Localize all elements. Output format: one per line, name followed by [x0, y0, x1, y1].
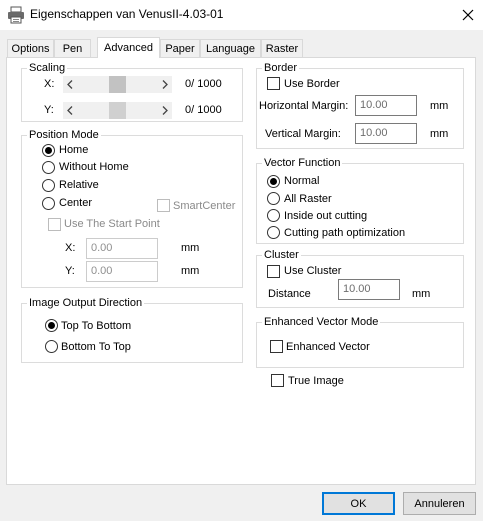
tab-raster[interactable]: Raster — [261, 39, 303, 58]
horizontal-margin-unit: mm — [430, 100, 449, 112]
scaling-x-label: X: — [44, 78, 55, 90]
horizontal-margin-label: Horizontal Margin: — [259, 100, 349, 112]
tab-label: Options — [11, 43, 50, 55]
without-home-label[interactable]: Without Home — [59, 161, 129, 174]
close-icon — [462, 9, 474, 21]
use-border-label[interactable]: Use Border — [284, 78, 340, 91]
horizontal-margin-input[interactable]: 10.00 — [355, 95, 417, 116]
use-start-point-checkbox[interactable] — [48, 218, 61, 231]
relative-label[interactable]: Relative — [59, 179, 99, 192]
smartcenter-checkbox[interactable] — [157, 199, 170, 212]
all-raster-radio[interactable] — [267, 192, 280, 205]
start-y-unit: mm — [181, 265, 200, 277]
scaling-x-slider[interactable] — [63, 76, 172, 93]
tab-advanced[interactable]: Advanced — [97, 37, 160, 58]
use-start-point-label: Use The Start Point — [64, 218, 160, 230]
chevron-right-icon[interactable] — [158, 76, 172, 93]
tab-label: Advanced — [104, 42, 153, 54]
start-y-label: Y: — [65, 265, 75, 277]
tab-label: Paper — [165, 43, 195, 55]
tab-pen[interactable]: Pen — [54, 39, 91, 58]
bottom-to-top-radio[interactable] — [45, 340, 58, 353]
vertical-margin-unit: mm — [430, 128, 449, 140]
scaling-y-slider[interactable] — [63, 102, 172, 119]
scaling-x-value: 0/ 1000 — [185, 78, 222, 90]
chevron-left-icon[interactable] — [63, 76, 77, 93]
ok-button[interactable]: OK — [322, 492, 395, 515]
group-title: Scaling — [29, 62, 66, 74]
slider-thumb[interactable] — [109, 102, 126, 119]
start-x-label: X: — [65, 242, 76, 254]
start-y-input[interactable]: 0.00 — [86, 261, 158, 282]
group-title: Enhanced Vector Mode — [264, 316, 379, 328]
use-cluster-checkbox[interactable] — [267, 265, 280, 278]
cancel-button[interactable]: Annuleren — [403, 492, 476, 515]
distance-label: Distance — [268, 288, 311, 300]
bottom-to-top-label[interactable]: Bottom To Top — [61, 341, 131, 354]
center-radio[interactable] — [42, 197, 55, 210]
top-to-bottom-radio[interactable] — [45, 319, 58, 332]
smartcenter-label: SmartCenter — [173, 200, 236, 212]
tab-language[interactable]: Language — [200, 39, 261, 58]
group-title: Cluster — [264, 249, 299, 261]
scaling-y-label: Y: — [44, 104, 54, 116]
start-x-input[interactable]: 0.00 — [86, 238, 158, 259]
button-label: Annuleren — [414, 497, 465, 510]
enhanced-vector-checkbox[interactable] — [270, 340, 283, 353]
normal-label[interactable]: Normal — [284, 175, 319, 188]
vertical-margin-input[interactable]: 10.00 — [355, 123, 417, 144]
relative-radio[interactable] — [42, 179, 55, 192]
enhanced-vector-label[interactable]: Enhanced Vector — [286, 341, 370, 354]
scaling-y-value: 0/ 1000 — [185, 104, 222, 116]
distance-unit: mm — [412, 288, 431, 300]
true-image-checkbox[interactable] — [271, 374, 284, 387]
close-button[interactable] — [453, 0, 483, 30]
tab-label: Language — [206, 43, 255, 55]
title-bar: Eigenschappen van VenusII-4.03-01 — [0, 0, 483, 30]
inside-out-cutting-label[interactable]: Inside out cutting — [284, 210, 367, 223]
without-home-radio[interactable] — [42, 161, 55, 174]
group-title: Vector Function — [264, 157, 341, 169]
slider-thumb[interactable] — [109, 76, 126, 93]
top-to-bottom-label[interactable]: Top To Bottom — [61, 320, 131, 333]
cutting-path-optimization-label[interactable]: Cutting path optimization — [284, 227, 405, 240]
normal-radio[interactable] — [267, 175, 280, 188]
center-label[interactable]: Center — [59, 197, 92, 210]
chevron-right-icon[interactable] — [158, 102, 172, 119]
tab-options[interactable]: Options — [7, 39, 54, 58]
home-radio[interactable] — [42, 144, 55, 157]
chevron-left-icon[interactable] — [63, 102, 77, 119]
vertical-margin-label: Vertical Margin: — [265, 128, 341, 140]
inside-out-cutting-radio[interactable] — [267, 209, 280, 222]
tab-label: Pen — [62, 43, 83, 55]
use-cluster-label[interactable]: Use Cluster — [284, 265, 341, 278]
use-border-checkbox[interactable] — [267, 77, 280, 90]
group-title: Border — [264, 62, 298, 74]
distance-input[interactable]: 10.00 — [338, 279, 400, 300]
tab-label: Raster — [265, 43, 299, 55]
button-label: OK — [350, 497, 367, 510]
home-label[interactable]: Home — [59, 144, 88, 157]
printer-icon — [7, 6, 25, 24]
cutting-path-optimization-radio[interactable] — [267, 226, 280, 239]
true-image-label[interactable]: True Image — [288, 375, 344, 388]
start-x-unit: mm — [181, 242, 200, 254]
group-title: Position Mode — [29, 129, 99, 141]
all-raster-label[interactable]: All Raster — [284, 193, 332, 206]
group-title: Image Output Direction — [29, 297, 143, 309]
tab-paper[interactable]: Paper — [160, 39, 200, 58]
window-title: Eigenschappen van VenusII-4.03-01 — [30, 7, 224, 21]
